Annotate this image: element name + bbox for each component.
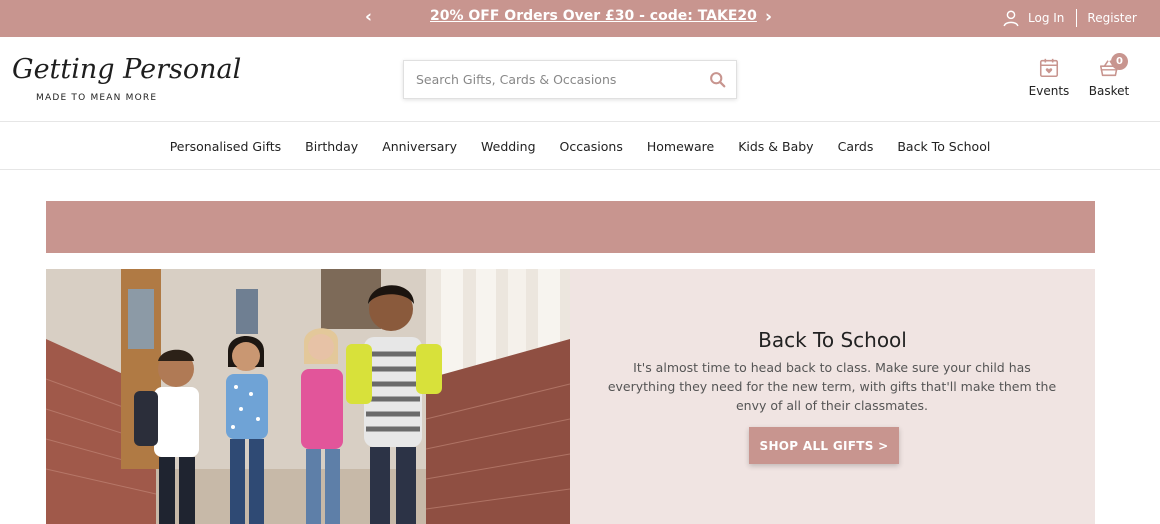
chevron-left-icon[interactable]: ‹ [365,7,372,27]
search-icon[interactable] [698,61,736,98]
hero-image [46,269,570,524]
site-header: Getting Personal MADE TO MEAN MORE Event… [0,37,1160,122]
hero-section: Back To School It's almost time to head … [46,269,1095,524]
nav-item-occasions[interactable]: Occasions [548,139,635,154]
search-input[interactable] [404,61,698,98]
account-links: Log In Register [1002,8,1137,28]
nav-item-back-to-school[interactable]: Back To School [885,139,1002,154]
nav-item-kids-baby[interactable]: Kids & Baby [726,139,825,154]
nav-item-homeware[interactable]: Homeware [635,139,726,154]
basket-count-badge: 0 [1111,53,1128,70]
calendar-heart-icon [1039,58,1059,78]
nav-item-personalised-gifts[interactable]: Personalised Gifts [158,139,293,154]
hero-text-panel: Back To School It's almost time to head … [570,269,1095,524]
nav-item-cards[interactable]: Cards [826,139,886,154]
events-label: Events [1028,84,1070,98]
basket-label: Basket [1088,84,1130,98]
events-button[interactable]: Events [1026,57,1072,98]
register-link[interactable]: Register [1087,11,1136,25]
login-link[interactable]: Log In [1028,11,1064,25]
user-icon [1003,10,1019,27]
hero-description: It's almost time to head back to class. … [607,360,1057,413]
nav-item-wedding[interactable]: Wedding [469,139,548,154]
chevron-right-icon[interactable]: › [765,7,772,27]
shop-all-gifts-button[interactable]: SHOP ALL GIFTS > [749,427,899,464]
search-bar [403,60,737,99]
basket-button[interactable]: 0 Basket [1086,53,1132,98]
main-nav: Personalised Gifts Birthday Anniversary … [0,123,1160,170]
promo-link[interactable]: 20% OFF Orders Over £30 - code: TAKE20 [430,8,757,24]
logo-tagline: MADE TO MEAN MORE [36,93,158,103]
logo[interactable]: Getting Personal MADE TO MEAN MORE [12,53,242,109]
logo-wordmark: Getting Personal [12,54,242,85]
nav-item-birthday[interactable]: Birthday [293,139,370,154]
hero-title: Back To School [758,328,907,352]
nav-item-anniversary[interactable]: Anniversary [370,139,469,154]
divider [1076,9,1078,27]
promo-bar: ‹ 20% OFF Orders Over £30 - code: TAKE20… [0,0,1160,37]
promo-banner-strip[interactable] [46,201,1095,253]
